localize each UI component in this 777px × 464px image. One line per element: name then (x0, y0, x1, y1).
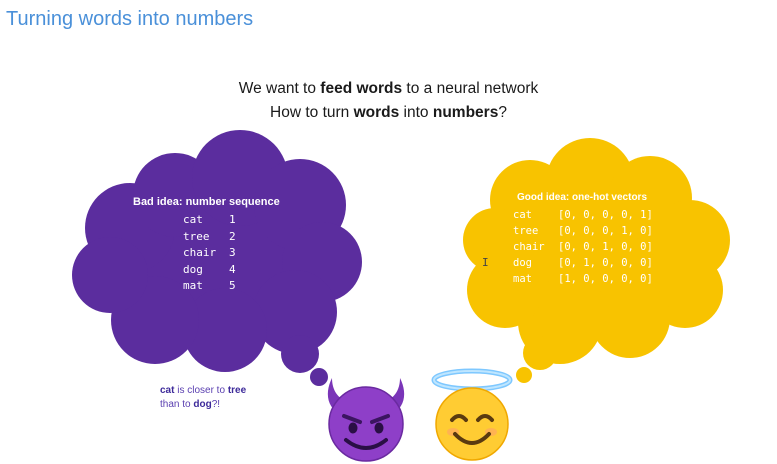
good-idea-row: dog [0, 1, 0, 0, 0] (513, 255, 653, 271)
bad-idea-heading: Bad idea: number sequence (133, 196, 280, 208)
word: dog (513, 257, 532, 269)
note-word-dog: dog (193, 399, 212, 410)
note-text: ?! (211, 399, 221, 410)
number: 4 (229, 262, 236, 276)
smiling-devil-icon (327, 378, 405, 462)
note-text: than to (160, 399, 194, 410)
bad-idea-row: tree 2 (183, 229, 236, 246)
word: cat (183, 213, 203, 226)
number: 1 (229, 213, 236, 226)
word: tree (183, 229, 210, 243)
word: dog (183, 262, 203, 276)
note-word-tree: tree (227, 385, 247, 396)
one-hot-vector: [0, 0, 0, 1, 0] (558, 225, 653, 237)
number: 2 (229, 229, 236, 243)
bad-idea-row: dog 4 (183, 262, 236, 279)
one-hot-vector: [0, 0, 0, 0, 1] (558, 209, 653, 221)
word: mat (183, 279, 203, 292)
one-hot-vector: [0, 1, 0, 0, 0] (558, 257, 653, 269)
word: chair (183, 246, 217, 259)
smiling-angel-icon (431, 368, 513, 461)
good-idea-row: mat [1, 0, 0, 0, 0] (513, 271, 653, 287)
similarity-note: cat is closer to tree than to dog?! (160, 384, 246, 412)
good-idea-heading: Good idea: one-hot vectors (517, 192, 648, 203)
good-idea-row: tree [0, 0, 0, 1, 0] (513, 223, 653, 239)
word: cat (513, 209, 532, 221)
one-hot-vector: [1, 0, 0, 0, 0] (558, 273, 653, 285)
good-idea-list: cat [0, 0, 0, 0, 1] tree [0, 0, 0, 1, 0] c… (513, 207, 653, 287)
slide: Turning words into numbers We want to fe… (0, 0, 777, 464)
word: mat (513, 273, 532, 285)
good-idea-row: chair [0, 0, 1, 0, 0] (513, 239, 653, 255)
note-word-cat: cat (160, 385, 175, 396)
text-cursor-icon: I (482, 256, 489, 269)
bad-idea-row: cat 1 (183, 212, 236, 229)
one-hot-vector: [0, 0, 1, 0, 0] (558, 241, 653, 253)
bad-idea-row: mat 5 (183, 278, 236, 295)
bad-idea-row: chair 3 (183, 245, 236, 262)
bad-idea-list: cat 1 tree 2 chair 3 dog 4 mat 5 (183, 212, 236, 295)
word: chair (513, 241, 545, 253)
number: 3 (229, 246, 236, 259)
good-idea-row: cat [0, 0, 0, 0, 1] (513, 207, 653, 223)
word: tree (513, 225, 539, 237)
number: 5 (229, 279, 236, 292)
note-text: is closer to (174, 385, 228, 396)
